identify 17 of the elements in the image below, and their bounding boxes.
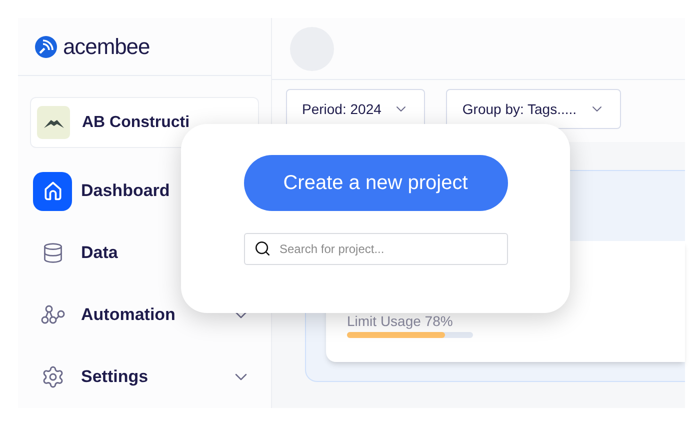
- logo-icon: [35, 36, 57, 58]
- settings-icon: [40, 365, 64, 389]
- company-name: AB Constructi: [82, 112, 190, 133]
- nav-label: Automation: [81, 304, 176, 326]
- nav-label: Settings: [81, 366, 148, 388]
- nav-item[interactable]: Settings: [18, 346, 271, 408]
- usage-label: Limit Usage 78%: [347, 314, 454, 328]
- brand-name: acembee: [63, 33, 150, 62]
- nav-item[interactable]: Automation: [18, 284, 271, 346]
- filter-dropdown[interactable]: Group by: Tags.....: [446, 89, 621, 129]
- nodes-icon: [40, 304, 64, 326]
- nav-label: Data: [81, 242, 118, 264]
- database-icon: [42, 242, 64, 264]
- nav-label: Dashboard: [81, 180, 170, 202]
- search-icon: [254, 240, 270, 257]
- create-project-button[interactable]: Create a new project: [244, 155, 508, 211]
- search-field[interactable]: Search for project...: [244, 233, 508, 265]
